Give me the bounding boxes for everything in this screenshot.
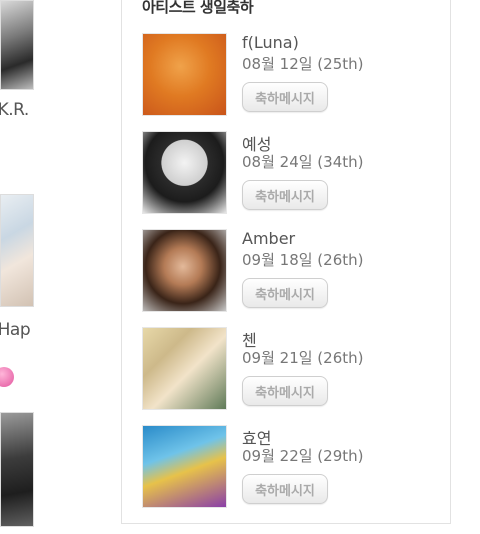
congrats-message-button[interactable]: 축하메시지 <box>242 278 328 308</box>
birthday-date: 09월 22일 (29th) <box>242 447 364 465</box>
panel-title: 아티스트 생일축하 <box>142 0 254 16</box>
artist-name[interactable]: f(Luna) <box>242 33 299 52</box>
artist-photo[interactable] <box>142 425 227 508</box>
birthday-item: Amber 09월 18일 (26th) 축하메시지 <box>142 229 442 315</box>
congrats-message-button[interactable]: 축하메시지 <box>242 180 328 210</box>
birthday-item: 첸 09월 21일 (26th) 축하메시지 <box>142 327 442 413</box>
congrats-message-button[interactable]: 축하메시지 <box>242 82 328 112</box>
artist-photo[interactable] <box>142 229 227 312</box>
congrats-message-button[interactable]: 축하메시지 <box>242 376 328 406</box>
left-thumbnail-3[interactable] <box>0 412 34 527</box>
birthday-date: 08월 12일 (25th) <box>242 55 364 73</box>
left-thumbnail-2[interactable] <box>0 194 34 307</box>
birthday-item: f(Luna) 08월 12일 (25th) 축하메시지 <box>142 33 442 119</box>
birthday-item: 예성 08월 24일 (34th) 축하메시지 <box>142 131 442 217</box>
artist-name[interactable]: Amber <box>242 229 295 248</box>
artist-birthday-panel: 아티스트 생일축하 f(Luna) 08월 12일 (25th) 축하메시지 예… <box>121 0 451 524</box>
artist-photo[interactable] <box>142 33 227 116</box>
birthday-date: 08월 24일 (34th) <box>242 153 364 171</box>
left-thumbnail-1[interactable] <box>0 0 34 90</box>
left-column: -K.R. -Hap <box>0 0 40 534</box>
pink-badge-icon[interactable] <box>0 367 14 387</box>
left-caption-1[interactable]: -K.R. <box>0 100 29 120</box>
birthday-date: 09월 21일 (26th) <box>242 349 364 367</box>
birthday-item: 효연 09월 22일 (29th) 축하메시지 <box>142 425 442 511</box>
left-caption-2[interactable]: -Hap <box>0 320 31 340</box>
birthday-date: 09월 18일 (26th) <box>242 251 364 269</box>
artist-photo[interactable] <box>142 131 227 214</box>
congrats-message-button[interactable]: 축하메시지 <box>242 474 328 504</box>
artist-photo[interactable] <box>142 327 227 410</box>
page: -K.R. -Hap 아티스트 생일축하 f(Luna) 08월 12일 (25… <box>0 0 480 534</box>
